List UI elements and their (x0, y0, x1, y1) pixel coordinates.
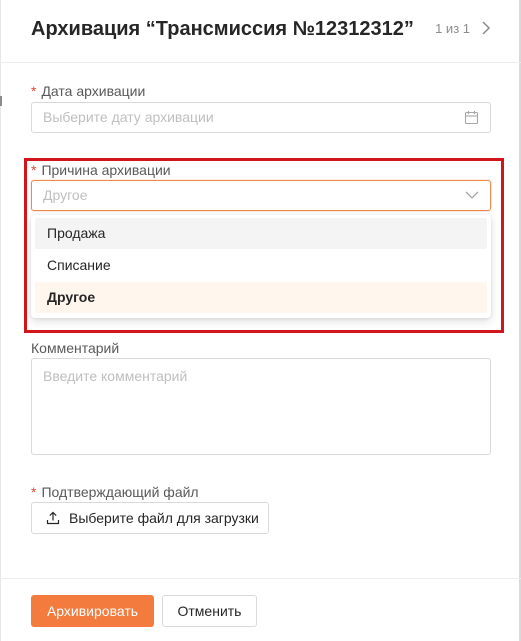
archive-reason-dropdown: Продажа Списание Другое (31, 215, 491, 318)
option-write-off[interactable]: Списание (35, 250, 487, 281)
upload-file-button[interactable]: Выберите файл для загрузки (31, 502, 269, 534)
pager-text: 1 из 1 (435, 20, 470, 36)
archive-button[interactable]: Архивировать (31, 595, 154, 627)
required-mark: * (31, 83, 37, 99)
cancel-button[interactable]: Отменить (162, 595, 257, 627)
comment-placeholder: Введите комментарий (43, 368, 188, 384)
archive-reason-label: * Причина архивации (31, 162, 171, 178)
confirm-file-label: * Подтверждающий файл (31, 484, 199, 500)
chevron-down-icon[interactable] (465, 190, 479, 200)
upload-file-label: Выберите файл для загрузки (69, 510, 259, 526)
confirm-file-label-text: Подтверждающий файл (41, 484, 199, 500)
option-sale[interactable]: Продажа (35, 218, 487, 249)
archive-reason-label-text: Причина архивации (41, 162, 171, 178)
required-mark: * (31, 484, 37, 500)
archive-date-label-text: Дата архивации (41, 83, 146, 99)
comment-label: Комментарий (31, 340, 120, 356)
archive-reason-value: Другое (43, 187, 88, 203)
modal-footer: Архивировать Отменить (0, 578, 521, 641)
option-other[interactable]: Другое (35, 282, 487, 313)
upload-icon (46, 511, 60, 525)
comment-textarea[interactable]: Введите комментарий (31, 358, 491, 455)
modal-title: Архивация “Трансмиссия №12312312” (31, 18, 414, 40)
archive-modal: Архивация “Трансмиссия №12312312” 1 из 1… (0, 0, 521, 641)
chevron-right-icon[interactable] (480, 20, 492, 36)
archive-date-label: * Дата архивации (31, 83, 145, 99)
pager: 1 из 1 (435, 20, 492, 36)
modal-header: Архивация “Трансмиссия №12312312” 1 из 1 (0, 0, 521, 63)
left-edge-mark (0, 96, 2, 106)
archive-reason-select[interactable]: Другое (31, 180, 491, 211)
calendar-icon[interactable] (464, 110, 479, 125)
required-mark: * (31, 162, 37, 178)
archive-date-placeholder: Выберите дату архивации (43, 109, 214, 125)
archive-date-input[interactable]: Выберите дату архивации (31, 102, 491, 133)
